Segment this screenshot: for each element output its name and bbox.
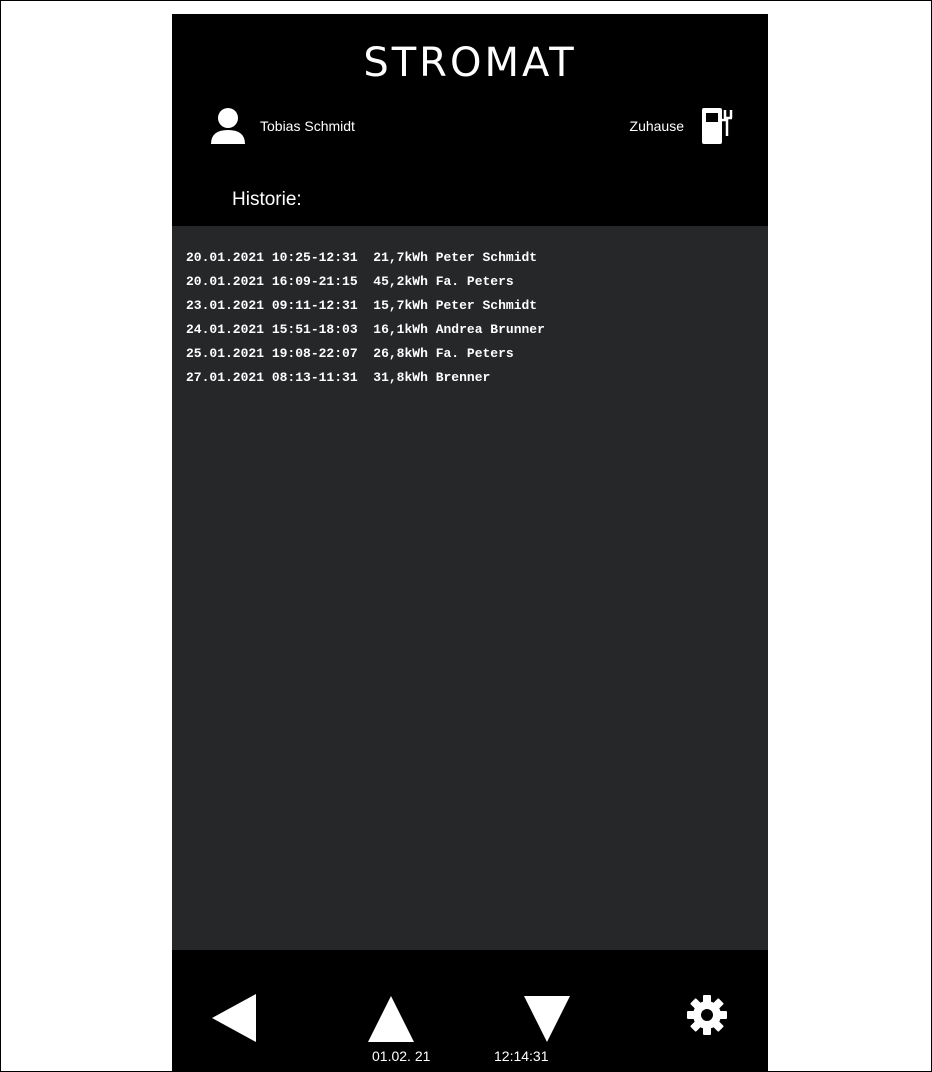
history-time: 09:11-12:31	[271, 298, 358, 313]
charging-station-icon	[702, 108, 733, 144]
history-time: 15:51-18:03	[271, 322, 358, 337]
history-time: 10:25-12:31	[271, 250, 358, 265]
user-name: Tobias Schmidt	[260, 118, 355, 134]
down-arrow-icon[interactable]	[524, 996, 570, 1042]
history-energy: 45,2kWh	[373, 274, 428, 289]
history-energy: 16,1kWh	[373, 322, 428, 337]
history-entry[interactable]: 24.01.2021 15:51-18:03 16,1kWh Andrea Br…	[186, 318, 545, 342]
current-date: 01.02. 21	[372, 1048, 431, 1064]
user-info[interactable]: Tobias Schmidt	[208, 106, 355, 146]
footer-bar: 01.02. 21 12:14:31	[172, 950, 768, 1072]
history-entry[interactable]: 25.01.2021 19:08-22:07 26,8kWh Fa. Peter…	[186, 342, 545, 366]
history-entry[interactable]: 20.01.2021 16:09-21:15 45,2kWh Fa. Peter…	[186, 270, 545, 294]
history-date: 20.01.2021	[186, 250, 265, 265]
history-name: Andrea Brunner	[435, 322, 545, 337]
history-time: 16:09-21:15	[271, 274, 358, 289]
back-arrow-icon[interactable]	[212, 994, 256, 1042]
history-energy: 21,7kWh	[373, 250, 428, 265]
gear-icon[interactable]	[686, 994, 728, 1036]
history-list: 20.01.2021 10:25-12:31 21,7kWh Peter Sch…	[186, 246, 545, 390]
history-energy: 31,8kWh	[373, 370, 428, 385]
history-name: Peter Schmidt	[435, 298, 538, 313]
section-title: Historie:	[232, 189, 302, 210]
history-energy: 15,7kWh	[373, 298, 428, 313]
history-date: 27.01.2021	[186, 370, 265, 385]
up-arrow-icon[interactable]	[368, 996, 414, 1042]
history-name: Fa. Peters	[435, 346, 514, 361]
app-logo: STROMAT	[363, 40, 577, 86]
location-name: Zuhause	[629, 118, 684, 134]
history-date: 20.01.2021	[186, 274, 265, 289]
history-date: 24.01.2021	[186, 322, 265, 337]
current-time: 12:14:31	[494, 1048, 549, 1064]
history-entry[interactable]: 23.01.2021 09:11-12:31 15,7kWh Peter Sch…	[186, 294, 545, 318]
history-time: 19:08-22:07	[271, 346, 358, 361]
history-entry[interactable]: 20.01.2021 10:25-12:31 21,7kWh Peter Sch…	[186, 246, 545, 270]
history-name: Peter Schmidt	[435, 250, 538, 265]
history-date: 23.01.2021	[186, 298, 265, 313]
history-name: Fa. Peters	[435, 274, 514, 289]
device-screen: STROMAT Tobias Schmidt Zuhause Historie:…	[172, 14, 768, 1072]
history-date: 25.01.2021	[186, 346, 265, 361]
header-bar: STROMAT Tobias Schmidt Zuhause Historie:	[172, 14, 768, 226]
location-info[interactable]: Zuhause	[630, 106, 738, 146]
history-name: Brenner	[435, 370, 491, 385]
history-energy: 26,8kWh	[373, 346, 428, 361]
history-time: 08:13-11:31	[271, 370, 358, 385]
history-entry[interactable]: 27.01.2021 08:13-11:31 31,8kWh Brenner	[186, 366, 545, 390]
user-icon	[211, 108, 245, 144]
